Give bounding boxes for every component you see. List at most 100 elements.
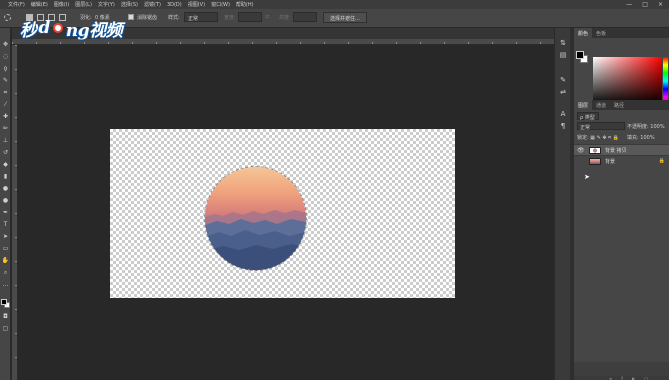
layers-panel: ρ 类型 正常 不透明度: 100% 锁定: ▦ ✎ ✥ ⌗ 🔒 填充: 100…: [574, 110, 669, 362]
crop-tool-icon[interactable]: ⌗: [2, 89, 9, 96]
layer-name[interactable]: 背景 拷贝: [605, 147, 627, 154]
layer-filter-row: ρ 类型: [574, 110, 669, 121]
menu-help[interactable]: 帮助(H): [236, 1, 254, 8]
brush-settings-icon[interactable]: ✎: [559, 76, 567, 84]
opacity-control[interactable]: 不透明度: 100%: [627, 123, 665, 130]
screen-mode-icon[interactable]: ▢: [2, 325, 9, 332]
height-label: 高度:: [279, 15, 291, 21]
width-input[interactable]: [238, 12, 262, 22]
pen-tool-icon[interactable]: ✒: [2, 209, 9, 216]
tab-paths[interactable]: 路径: [610, 100, 628, 110]
style-label: 样式:: [168, 15, 180, 21]
select-and-mask-label: 选择并遮住...: [330, 16, 360, 22]
color-panel: [574, 38, 669, 105]
width-label: 宽度:: [224, 15, 236, 21]
tab-color[interactable]: 颜色: [574, 28, 593, 38]
add-mask-icon[interactable]: ◐: [632, 376, 636, 380]
path-selection-tool-icon[interactable]: ➤: [2, 233, 9, 240]
eraser-tool-icon[interactable]: ◆: [2, 161, 9, 168]
add-style-icon[interactable]: ƒ: [621, 376, 622, 380]
layer-thumbnail: [589, 147, 601, 154]
quick-mask-icon[interactable]: ◘: [2, 313, 9, 320]
more-tools-icon[interactable]: …: [2, 281, 9, 288]
blend-row: 正常 不透明度: 100%: [574, 121, 669, 131]
history-panel-icon[interactable]: ⇅: [559, 39, 567, 47]
menu-layer[interactable]: 图层(L): [75, 1, 92, 8]
close-button[interactable]: ×: [658, 1, 663, 8]
healing-brush-tool-icon[interactable]: ✚: [2, 113, 9, 120]
menu-bar: 文件(F) 编辑(E) 图像(I) 图层(L) 文字(Y) 选择(S) 滤镜(T…: [0, 0, 669, 9]
style-value: 正常: [188, 16, 199, 22]
layers-panel-tabs: 图层 通道 路径: [574, 100, 669, 110]
fill-control[interactable]: 填充: 100%: [627, 134, 655, 141]
elliptical-marquee-icon[interactable]: [4, 14, 11, 21]
eyedropper-tool-icon[interactable]: ⁄: [2, 101, 9, 108]
foreground-color-swatch[interactable]: [1, 299, 7, 305]
move-tool-icon[interactable]: ✥: [2, 41, 9, 48]
antialias-label: 消除锯齿: [137, 15, 158, 21]
mouse-cursor-icon: ➤: [584, 173, 590, 181]
gradient-tool-icon[interactable]: ▮: [2, 173, 9, 180]
shape-tool-icon[interactable]: ▭: [2, 245, 9, 252]
layer-row-background[interactable]: 背景 🔒: [574, 155, 669, 166]
marquee-tool-icon[interactable]: ◌: [2, 53, 9, 60]
swap-icon[interactable]: ⇄: [265, 14, 269, 20]
minimize-button[interactable]: —: [626, 1, 632, 8]
lock-controls[interactable]: 锁定: ▦ ✎ ✥ ⌗ 🔒: [577, 134, 619, 141]
menu-window[interactable]: 窗口(W): [211, 1, 230, 8]
history-brush-tool-icon[interactable]: ↺: [2, 149, 9, 156]
lock-row: 锁定: ▦ ✎ ✥ ⌗ 🔒 填充: 100%: [574, 132, 669, 142]
menu-edit[interactable]: 编辑(E): [31, 1, 48, 8]
lasso-tool-icon[interactable]: ϙ: [2, 65, 9, 72]
tab-layers[interactable]: 图层: [574, 100, 593, 110]
tools-panel: ✥ ◌ ϙ ✎ ⌗ ⁄ ✚ ✏ ⊥ ↺ ◆ ▮ ● ● ✒ T ➤ ▭ ✋ ⌕ …: [0, 28, 11, 380]
menu-view[interactable]: 视图(V): [188, 1, 205, 8]
lock-icon: 🔒: [658, 158, 665, 164]
antialias-checkbox[interactable]: [128, 14, 134, 20]
style-select[interactable]: 正常: [184, 12, 218, 22]
color-picker-field[interactable]: [593, 57, 662, 105]
type-tool-icon[interactable]: T: [2, 221, 9, 228]
collapsed-panels-strip: ⇅ ▤ ✎ ⇌ A ¶: [554, 28, 570, 380]
menu-file[interactable]: 文件(F): [8, 1, 25, 8]
new-layer-icon[interactable]: ▢: [644, 376, 648, 380]
watermark-logo: 秒 d ng视频: [20, 18, 123, 41]
maximize-button[interactable]: □: [642, 1, 648, 8]
tab-swatches[interactable]: 色板: [592, 28, 610, 38]
paragraph-panel-icon[interactable]: ¶: [559, 122, 567, 130]
sunset-mountains-image: [205, 167, 306, 270]
layer-row-background-copy[interactable]: 👁 背景 拷贝: [574, 144, 669, 155]
visibility-eye-icon[interactable]: 👁: [577, 147, 585, 154]
panel-foreground-swatch[interactable]: [576, 51, 584, 59]
menu-select[interactable]: 选择(S): [121, 1, 138, 8]
right-panels: 颜色 色板 图层 通道 路径 ρ 类型 正常 不透明度: 100% 锁定: ▦ …: [574, 28, 669, 380]
layers-panel-footer: ∞ ƒ ◐ ▢: [574, 376, 669, 380]
circular-photo-selection[interactable]: [204, 166, 307, 271]
height-input[interactable]: [293, 12, 317, 22]
menu-image[interactable]: 图像(I): [54, 1, 69, 8]
window-controls: — □ ×: [626, 1, 663, 8]
layer-thumbnail: [589, 158, 601, 165]
zoom-tool-icon[interactable]: ⌕: [2, 269, 9, 276]
clone-stamp-tool-icon[interactable]: ⊥: [2, 137, 9, 144]
dodge-tool-icon[interactable]: ●: [2, 197, 9, 204]
color-panel-tabs: 颜色 色板: [574, 28, 669, 38]
character-panel-icon[interactable]: A: [559, 110, 567, 118]
vertical-ruler: [12, 45, 18, 380]
menu-type[interactable]: 文字(Y): [98, 1, 115, 8]
layer-filter-select[interactable]: ρ 类型: [577, 112, 599, 121]
blend-mode-select[interactable]: 正常: [577, 122, 625, 131]
hand-tool-icon[interactable]: ✋: [2, 257, 9, 264]
hue-slider[interactable]: [663, 57, 668, 105]
quick-select-tool-icon[interactable]: ✎: [2, 77, 9, 84]
brush-tool-icon[interactable]: ✏: [2, 125, 9, 132]
adjustments-panel-icon[interactable]: ⇌: [559, 88, 567, 96]
link-layers-icon[interactable]: ∞: [609, 376, 612, 380]
menu-3d[interactable]: 3D(D): [167, 2, 182, 8]
layer-name[interactable]: 背景: [605, 158, 615, 165]
menu-filter[interactable]: 滤镜(T): [144, 1, 161, 8]
tab-channels[interactable]: 通道: [592, 100, 610, 110]
blur-tool-icon[interactable]: ●: [2, 185, 9, 192]
properties-panel-icon[interactable]: ▤: [559, 51, 567, 59]
select-and-mask-button[interactable]: 选择并遮住...: [323, 12, 367, 23]
